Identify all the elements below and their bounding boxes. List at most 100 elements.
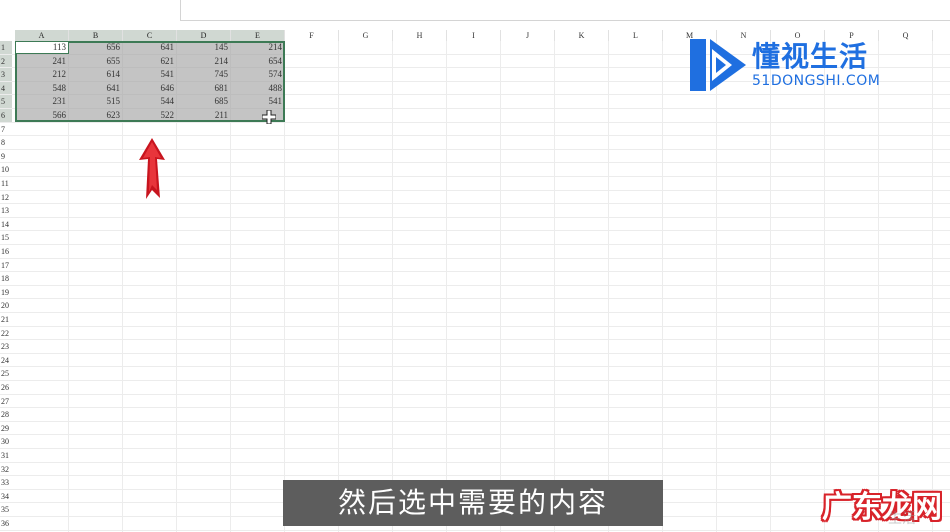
cell-B6[interactable]: 623	[69, 109, 123, 122]
column-gridline	[392, 41, 393, 532]
row-header-14[interactable]: 14	[0, 218, 12, 232]
row-header-26[interactable]: 26	[0, 381, 12, 395]
cell-E1[interactable]: 214	[231, 41, 285, 54]
cell-D6[interactable]: 211	[177, 109, 231, 122]
cell-B2[interactable]: 655	[69, 55, 123, 68]
cell-A2[interactable]: 241	[15, 55, 69, 68]
cell-D5[interactable]: 685	[177, 95, 231, 108]
row-gridline	[12, 380, 950, 381]
column-header-G[interactable]: G	[339, 30, 393, 41]
cell-A6[interactable]: 566	[15, 109, 69, 122]
cell-B1[interactable]: 656	[69, 41, 123, 54]
cell-E5[interactable]: 541	[231, 95, 285, 108]
row-header-5[interactable]: 5	[0, 95, 12, 109]
spreadsheet-grid[interactable]: 1 2 3 4 5 6 7 8 9 10 11 12 13 14 15 16 17 18 19 20 21 22 23 24 2…	[0, 30, 950, 532]
row-header-15[interactable]: 15	[0, 231, 12, 245]
row-header-7[interactable]: 7	[0, 123, 12, 137]
column-header-F[interactable]: F	[285, 30, 339, 41]
row-header-13[interactable]: 13	[0, 204, 12, 218]
row-header-29[interactable]: 29	[0, 422, 12, 436]
row-header-30[interactable]: 30	[0, 435, 12, 449]
cell-B4[interactable]: 641	[69, 82, 123, 95]
row-header-2[interactable]: 2	[0, 54, 12, 69]
column-header-J[interactable]: J	[501, 30, 555, 41]
cell-D4[interactable]: 681	[177, 82, 231, 95]
row-gridline	[12, 216, 950, 218]
cell-D2[interactable]: 214	[177, 55, 231, 68]
row-header-16[interactable]: 16	[0, 245, 12, 259]
cell-E4[interactable]: 488	[231, 82, 285, 95]
row-header-23[interactable]: 23	[0, 340, 12, 354]
row-header-36[interactable]: 36	[0, 517, 12, 531]
column-gridline	[716, 41, 717, 532]
row-header-8[interactable]: 8	[0, 136, 12, 150]
column-header-I[interactable]: I	[447, 30, 501, 41]
row-header-24[interactable]: 24	[0, 354, 12, 368]
row-gridline	[12, 203, 950, 205]
brand-logo: 懂视生活 51DONGSHI.COM	[688, 35, 898, 95]
row-header-22[interactable]: 22	[0, 327, 12, 341]
cell-C2[interactable]: 621	[123, 55, 177, 68]
row-header-28[interactable]: 28	[0, 408, 12, 422]
row-header-21[interactable]: 21	[0, 313, 12, 327]
row-header-4[interactable]: 4	[0, 81, 12, 96]
cell-A1[interactable]: 113	[15, 41, 69, 54]
column-gridline	[608, 41, 609, 532]
row-gridline	[12, 366, 950, 368]
cell-C6[interactable]: 522	[123, 109, 177, 122]
cell-B3[interactable]: 614	[69, 68, 123, 81]
row-header-18[interactable]: 18	[0, 272, 12, 286]
column-header-E[interactable]: E	[231, 30, 285, 41]
cell-D1[interactable]: 145	[177, 41, 231, 54]
row-header-20[interactable]: 20	[0, 299, 12, 313]
cell-B5[interactable]: 515	[69, 95, 123, 108]
cell-C5[interactable]: 544	[123, 95, 177, 108]
formula-bar[interactable]	[180, 0, 950, 21]
red-arrow-icon	[139, 138, 165, 199]
row-header-10[interactable]: 10	[0, 163, 12, 177]
column-gridline	[824, 41, 825, 532]
row-header-6[interactable]: 6	[0, 109, 12, 123]
cell-D3[interactable]: 745	[177, 68, 231, 81]
cell-E3[interactable]: 574	[231, 68, 285, 81]
column-header-B[interactable]: B	[69, 30, 123, 41]
column-gridline	[932, 41, 933, 532]
cell-C4[interactable]: 646	[123, 82, 177, 95]
watermark-logo: 广东龙网	[808, 472, 948, 532]
row-gridline	[12, 461, 950, 463]
column-header-K[interactable]: K	[555, 30, 609, 41]
column-header-D[interactable]: D	[177, 30, 231, 41]
row-header-17[interactable]: 17	[0, 259, 12, 273]
column-header-H[interactable]: H	[393, 30, 447, 41]
column-header-L[interactable]: L	[609, 30, 663, 41]
row-header-9[interactable]: 9	[0, 150, 12, 164]
cell-A5[interactable]: 231	[15, 95, 69, 108]
row-header-12[interactable]: 12	[0, 191, 12, 205]
row-header-27[interactable]: 27	[0, 395, 12, 409]
video-subtitle: 然后选中需要的内容	[283, 480, 663, 526]
row-gridline	[12, 298, 950, 300]
cell-E6[interactable]	[231, 109, 285, 122]
row-gridline	[12, 312, 950, 313]
row-gridline	[12, 325, 950, 327]
column-header-C[interactable]: C	[123, 30, 177, 41]
row-gridline	[12, 339, 950, 341]
cell-C3[interactable]: 541	[123, 68, 177, 81]
column-header-A[interactable]: A	[15, 30, 69, 41]
row-header-31[interactable]: 31	[0, 449, 12, 463]
row-header-34[interactable]: 34	[0, 490, 12, 504]
play-logo-icon	[690, 39, 746, 91]
cell-C1[interactable]: 641	[123, 41, 177, 54]
row-header-35[interactable]: 35	[0, 503, 12, 517]
row-header-1[interactable]: 1	[0, 41, 12, 55]
row-header-33[interactable]: 33	[0, 476, 12, 490]
row-header-19[interactable]: 19	[0, 286, 12, 300]
row-gridline	[12, 271, 950, 273]
row-header-3[interactable]: 3	[0, 68, 12, 82]
row-header-11[interactable]: 11	[0, 177, 12, 191]
cell-E2[interactable]: 654	[231, 55, 285, 68]
row-header-32[interactable]: 32	[0, 463, 12, 477]
cell-A4[interactable]: 548	[15, 82, 69, 95]
row-header-25[interactable]: 25	[0, 367, 12, 381]
cell-A3[interactable]: 212	[15, 68, 69, 81]
